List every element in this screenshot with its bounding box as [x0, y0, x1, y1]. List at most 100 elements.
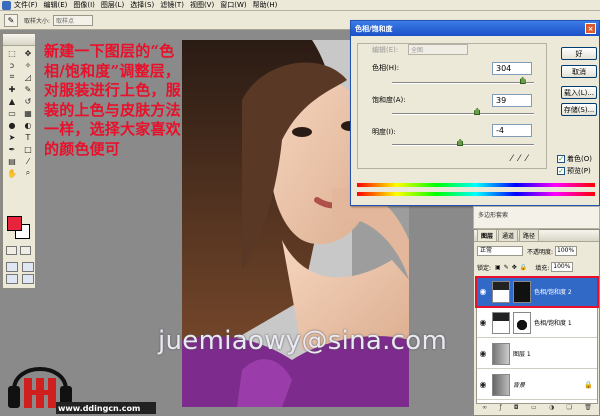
crop-tool-icon[interactable]: ⌗ — [4, 71, 20, 83]
cancel-button[interactable]: 取消 — [561, 65, 597, 78]
hue-spectrum-bar-top — [357, 183, 595, 187]
gradient-tool-icon[interactable]: ▦ — [20, 107, 36, 119]
hue-slider-thumb[interactable] — [519, 77, 526, 84]
new-adjustment-icon[interactable]: ◑ — [549, 404, 554, 414]
hue-label: 色相(H): — [372, 64, 400, 72]
visibility-eye-icon[interactable]: ◉ — [477, 380, 489, 389]
history-item[interactable]: 多边形套索 — [478, 210, 508, 219]
tab-paths[interactable]: 路径 — [519, 229, 540, 241]
marquee-tool-icon[interactable]: ⬚ — [4, 47, 20, 59]
lock-icon: 🔒 — [584, 380, 593, 389]
menu-view[interactable]: 视图(V) — [190, 0, 214, 10]
magic-wand-tool-icon[interactable]: ✧ — [20, 59, 36, 71]
eraser-tool-icon[interactable]: ▭ — [4, 107, 20, 119]
blur-tool-icon[interactable]: ● — [4, 119, 20, 131]
healing-brush-icon[interactable]: ✚ — [4, 83, 20, 95]
hand-tool-icon[interactable]: ✋ — [4, 167, 20, 179]
tab-channels[interactable]: 通道 — [498, 229, 519, 241]
blend-mode-select[interactable]: 正常 — [477, 246, 523, 256]
slice-tool-icon[interactable]: ◿ — [20, 71, 36, 83]
lock-brush-icon[interactable]: ✎ — [504, 264, 509, 271]
foreground-color-swatch[interactable] — [7, 216, 22, 231]
edit-label: 编辑(E): — [372, 46, 399, 54]
adjustment-layer-icon — [492, 311, 510, 334]
layer-name[interactable]: 色相/饱和度 1 — [534, 318, 572, 327]
move-tool-icon[interactable]: ✥ — [20, 47, 36, 59]
path-select-icon[interactable]: ➤ — [4, 131, 20, 143]
dialog-titlebar[interactable]: 色相/饱和度 × — [351, 21, 599, 36]
save-button[interactable]: 存储(S)... — [561, 103, 597, 116]
menu-help[interactable]: 帮助(H) — [253, 0, 278, 10]
eyedropper-tool-icon[interactable]: ✎ — [4, 13, 18, 27]
tool-palette-header[interactable] — [3, 34, 35, 46]
colorize-checkbox[interactable]: ✓ 着色(O) — [557, 154, 592, 164]
brush-tool-icon[interactable]: ✎ — [20, 83, 36, 95]
blend-row: 正常 不透明度: 100% — [477, 246, 578, 256]
link-layers-icon[interactable]: ∞ — [482, 404, 487, 414]
add-mask-icon[interactable]: ◘ — [514, 404, 519, 414]
load-button[interactable]: 载入(L)... — [561, 86, 597, 99]
layer-row[interactable]: ◉ 背景 🔒 — [477, 370, 597, 400]
history-brush-icon[interactable]: ↺ — [20, 95, 36, 107]
eyedropper-icon[interactable]: ⁄ — [511, 154, 513, 164]
layer-name[interactable]: 图层 1 — [513, 349, 531, 358]
screen-mode-full-menu-icon[interactable] — [22, 262, 34, 272]
quickmask-mode-icon[interactable] — [20, 246, 31, 255]
dodge-tool-icon[interactable]: ◐ — [20, 119, 36, 131]
menu-window[interactable]: 窗口(W) — [220, 0, 246, 10]
eyedropper-tool-icon[interactable]: ⁄ — [20, 155, 36, 167]
jump-to-imageready-icon[interactable] — [22, 274, 34, 284]
layer-style-icon[interactable]: ƒ — [499, 404, 501, 414]
zoom-tool-icon[interactable]: ⌕ — [20, 167, 36, 179]
site-logo: www.ddingcn.com — [6, 352, 156, 414]
new-set-icon[interactable]: ▭ — [531, 404, 537, 414]
hue-input[interactable]: 304 — [492, 62, 532, 75]
lightness-label: 明度(I): — [372, 128, 396, 136]
menu-select[interactable]: 选择(S) — [130, 0, 154, 10]
eyedropper-minus-icon[interactable]: ⁄ — [526, 154, 528, 164]
lock-all-icon[interactable]: 🔒 — [520, 264, 527, 271]
trash-icon[interactable]: 🗑 — [584, 404, 592, 414]
visibility-eye-icon[interactable]: ◉ — [477, 318, 489, 327]
standard-mode-icon[interactable] — [6, 246, 17, 255]
menu-file[interactable]: 文件(F) — [14, 0, 38, 10]
menu-layer[interactable]: 图层(L) — [101, 0, 124, 10]
fill-input[interactable]: 100% — [551, 262, 574, 272]
lightness-slider-thumb[interactable] — [457, 139, 464, 146]
pen-tool-icon[interactable]: ✒ — [4, 143, 20, 155]
edit-range-select[interactable]: 全图 — [408, 44, 468, 55]
new-layer-icon[interactable]: ❏ — [567, 404, 572, 414]
shape-tool-icon[interactable]: □ — [20, 143, 36, 155]
ok-button[interactable]: 好 — [561, 47, 597, 60]
layer-name[interactable]: 背景 — [513, 380, 525, 389]
sample-size-select[interactable]: 取样点 — [53, 14, 94, 26]
dialog-title: 色相/饱和度 — [355, 24, 393, 33]
lasso-tool-icon[interactable]: ↄ — [4, 59, 20, 71]
saturation-slider-track[interactable] — [392, 113, 534, 115]
menu-filter[interactable]: 滤镜(T) — [160, 0, 184, 10]
lightness-input[interactable]: -4 — [492, 124, 532, 137]
layer-row[interactable]: ◉ 色相/饱和度 1 — [477, 308, 597, 338]
menu-edit[interactable]: 编辑(E) — [44, 0, 68, 10]
menu-image[interactable]: 图像(I) — [73, 0, 95, 10]
screen-mode-full-icon[interactable] — [6, 274, 18, 284]
eyedropper-plus-icon[interactable]: ⁄ — [519, 154, 521, 164]
close-icon[interactable]: × — [585, 23, 596, 34]
screen-mode-standard-icon[interactable] — [6, 262, 18, 272]
preview-checkbox[interactable]: ✓ 预览(P) — [557, 166, 591, 176]
layer-thumbnail — [492, 342, 510, 365]
type-tool-icon[interactable]: T — [20, 131, 36, 143]
notes-tool-icon[interactable]: ▤ — [4, 155, 20, 167]
visibility-eye-icon[interactable]: ◉ — [477, 349, 489, 358]
opacity-input[interactable]: 100% — [555, 246, 578, 256]
layer-row[interactable]: ◉ 图层 1 — [477, 339, 597, 369]
lock-transparency-icon[interactable]: ▣ — [495, 264, 501, 271]
tab-layers[interactable]: 图层 — [477, 229, 498, 241]
hue-slider-track[interactable] — [392, 82, 534, 84]
lock-position-icon[interactable]: ✥ — [512, 264, 517, 271]
clone-stamp-icon[interactable]: ▲ — [4, 95, 20, 107]
layer-mask-thumbnail[interactable] — [513, 311, 531, 334]
saturation-slider-thumb[interactable] — [474, 108, 481, 115]
saturation-input[interactable]: 39 — [492, 94, 532, 107]
saturation-label: 饱和度(A): — [372, 96, 406, 104]
